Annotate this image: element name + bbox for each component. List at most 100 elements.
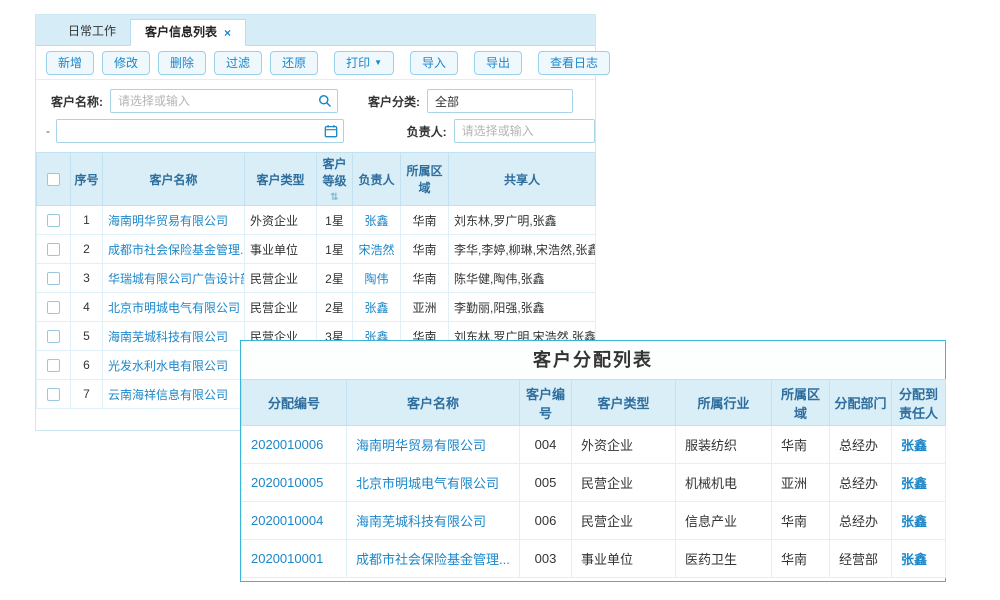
allocation-no-link[interactable]: 2020010004: [251, 513, 323, 528]
row-checkbox[interactable]: [47, 359, 60, 372]
table-row[interactable]: 2020010004 海南芜城科技有限公司 006 民营企业 信息产业 华南 总…: [242, 502, 946, 540]
customer-name-link[interactable]: 海南芜城科技有限公司: [356, 514, 486, 529]
customer-category-select[interactable]: [427, 89, 573, 113]
customer-level: 1星: [317, 206, 353, 235]
col-header-type: 客户类型: [572, 380, 676, 426]
assignee-link[interactable]: 张鑫: [901, 476, 927, 491]
delete-button[interactable]: 删除: [158, 51, 206, 75]
customer-no: 004: [520, 426, 572, 464]
allocation-header-row: 分配编号 客户名称 客户编号 客户类型 所属行业 所属区域 分配部门 分配到责任…: [242, 380, 946, 426]
customer-name-link[interactable]: 成都市社会保险基金管理...: [356, 552, 510, 567]
region: 华南: [772, 426, 830, 464]
col-header-owner: 负责人: [353, 153, 401, 206]
tab-label: 日常工作: [68, 24, 116, 38]
filter-row-1: 客户名称: 客户分类:: [36, 86, 595, 116]
row-checkbox[interactable]: [47, 214, 60, 227]
table-row[interactable]: 1 海南明华贸易有限公司 外资企业 1星 张鑫 华南 刘东林,罗广明,张鑫: [37, 206, 596, 235]
customer-name-link[interactable]: 北京市明城电气有限公司: [108, 301, 240, 315]
row-checkbox[interactable]: [47, 272, 60, 285]
col-header-region: 所属区域: [401, 153, 449, 206]
customer-no: 005: [520, 464, 572, 502]
allocation-dept: 经营部: [830, 540, 892, 578]
export-button[interactable]: 导出: [474, 51, 522, 75]
import-button[interactable]: 导入: [410, 51, 458, 75]
owner-link[interactable]: 张鑫: [364, 301, 388, 315]
calendar-icon[interactable]: [324, 124, 338, 138]
region: 华南: [401, 235, 449, 264]
col-header-shared: 共享人: [449, 153, 596, 206]
row-no: 3: [71, 264, 103, 293]
col-header-cust-no: 客户编号: [520, 380, 572, 426]
assignee-link[interactable]: 张鑫: [901, 438, 927, 453]
customer-name-link[interactable]: 海南芜城科技有限公司: [108, 330, 228, 344]
customer-type: 事业单位: [572, 540, 676, 578]
region: 华南: [401, 206, 449, 235]
allocation-table: 分配编号 客户名称 客户编号 客户类型 所属行业 所属区域 分配部门 分配到责任…: [241, 379, 946, 578]
row-checkbox[interactable]: [47, 330, 60, 343]
filter-area: 客户名称: 客户分类: -: [36, 80, 595, 152]
customer-level: 2星: [317, 293, 353, 322]
table-row[interactable]: 2020010001 成都市社会保险基金管理... 003 事业单位 医药卫生 …: [242, 540, 946, 578]
table-row[interactable]: 2020010005 北京市明城电气有限公司 005 民营企业 机械机电 亚洲 …: [242, 464, 946, 502]
allocation-no-link[interactable]: 2020010006: [251, 437, 323, 452]
customer-name-link[interactable]: 光发水利水电有限公司: [108, 359, 228, 373]
row-checkbox[interactable]: [47, 388, 60, 401]
owner-link[interactable]: 张鑫: [364, 214, 388, 228]
shared-people: 刘东林,罗广明,张鑫: [449, 206, 596, 235]
customer-type: 民营企业: [572, 464, 676, 502]
customer-name-link[interactable]: 海南明华贸易有限公司: [356, 438, 486, 453]
row-checkbox[interactable]: [47, 301, 60, 314]
view-log-button[interactable]: 查看日志: [538, 51, 610, 75]
region: 亚洲: [401, 293, 449, 322]
customer-name-link[interactable]: 成都市社会保险基金管理...: [108, 243, 245, 257]
customer-name-link[interactable]: 海南明华贸易有限公司: [108, 214, 228, 228]
customer-name-link[interactable]: 北京市明城电气有限公司: [356, 476, 499, 491]
customer-no: 006: [520, 502, 572, 540]
shared-people: 陈华健,陶伟,张鑫: [449, 264, 596, 293]
allocation-no-link[interactable]: 2020010005: [251, 475, 323, 490]
customer-type: 事业单位: [245, 235, 317, 264]
owner-filter-input[interactable]: [454, 119, 595, 143]
sort-icon[interactable]: ⇅: [330, 192, 338, 203]
region: 亚洲: [772, 464, 830, 502]
row-no: 5: [71, 322, 103, 351]
customer-name-link[interactable]: 华瑞城有限公司广告设计部: [108, 272, 245, 286]
allocation-dept: 总经办: [830, 502, 892, 540]
search-icon[interactable]: [318, 94, 332, 108]
col-header-name: 客户名称: [103, 153, 245, 206]
owner-link[interactable]: 陶伟: [364, 272, 388, 286]
assignee-link[interactable]: 张鑫: [901, 552, 927, 567]
edit-button[interactable]: 修改: [102, 51, 150, 75]
col-header-alloc-no: 分配编号: [242, 380, 347, 426]
customer-category-label: 客户分类:: [368, 93, 420, 110]
table-row[interactable]: 2020010006 海南明华贸易有限公司 004 外资企业 服装纺织 华南 总…: [242, 426, 946, 464]
customer-name-input[interactable]: [110, 89, 338, 113]
industry: 信息产业: [676, 502, 772, 540]
tab-customer-info-list[interactable]: 客户信息列表 ×: [130, 19, 246, 46]
region: 华南: [772, 502, 830, 540]
close-icon[interactable]: ×: [224, 27, 231, 39]
col-header-no: 序号: [71, 153, 103, 206]
assignee-link[interactable]: 张鑫: [901, 514, 927, 529]
owner-link[interactable]: 宋浩然: [358, 243, 394, 257]
tab-daily-work[interactable]: 日常工作: [54, 18, 130, 45]
allocation-title: 客户分配列表: [241, 341, 945, 379]
filter-button[interactable]: 过滤: [214, 51, 262, 75]
new-button[interactable]: 新增: [46, 51, 94, 75]
table-row[interactable]: 4 北京市明城电气有限公司 民营企业 2星 张鑫 亚洲 李勤丽,阳强,张鑫: [37, 293, 596, 322]
customer-name-link[interactable]: 云南海祥信息有限公司: [108, 388, 228, 402]
row-checkbox[interactable]: [47, 243, 60, 256]
restore-button[interactable]: 还原: [270, 51, 318, 75]
select-all-checkbox[interactable]: [47, 173, 60, 186]
date-input[interactable]: [56, 119, 344, 143]
allocation-no-link[interactable]: 2020010001: [251, 551, 323, 566]
customer-level: 1星: [317, 235, 353, 264]
table-row[interactable]: 2 成都市社会保险基金管理... 事业单位 1星 宋浩然 华南 李华,李婷,柳琳…: [37, 235, 596, 264]
customer-type: 民营企业: [245, 264, 317, 293]
print-button[interactable]: 打印 ▼: [334, 51, 394, 75]
owner-filter-label: 负责人:: [407, 123, 447, 140]
customer-level: 2星: [317, 264, 353, 293]
col-header-level-label: 客户等级: [322, 157, 346, 188]
table-row[interactable]: 3 华瑞城有限公司广告设计部 民营企业 2星 陶伟 华南 陈华健,陶伟,张鑫: [37, 264, 596, 293]
customer-allocation-panel: 客户分配列表 分配编号 客户名称 客户编号 客户类型 所属行业 所属区域 分配部…: [240, 340, 946, 582]
